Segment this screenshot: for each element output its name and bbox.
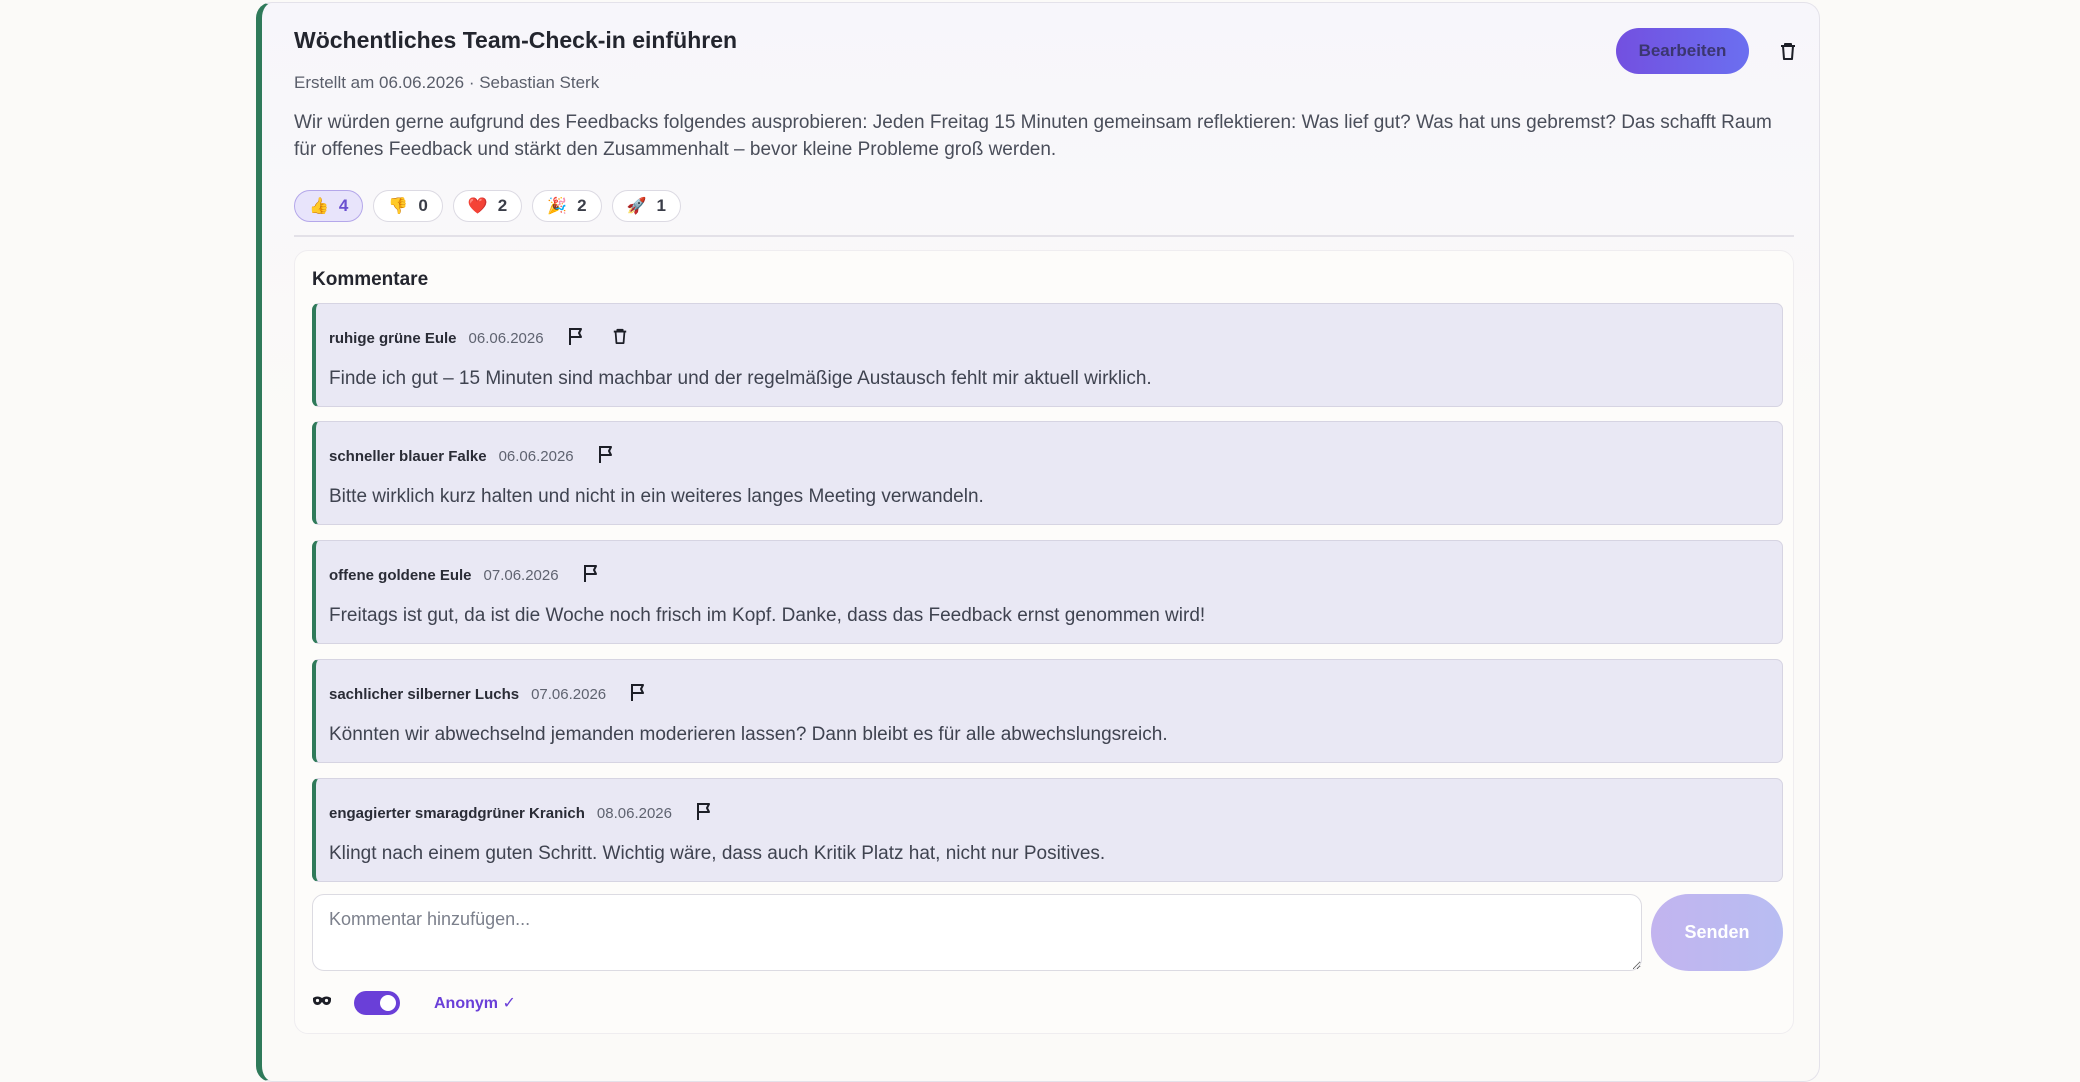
comment-input[interactable]	[312, 894, 1642, 971]
report-comment-button[interactable]	[566, 326, 586, 351]
anonymous-row: Anonym ✓	[312, 991, 516, 1015]
trash-icon	[613, 328, 626, 344]
post-title: Wöchentliches Team-Check-in einführen	[294, 27, 738, 53]
report-comment-button[interactable]	[596, 444, 616, 469]
reaction-count: 4	[338, 196, 349, 215]
comment-date: 08.06.2026	[596, 805, 672, 822]
report-comment-button[interactable]	[694, 801, 714, 826]
reaction-count: 0	[418, 196, 428, 215]
report-comment-button[interactable]	[581, 563, 601, 588]
comment-date: 07.06.2026	[531, 686, 607, 703]
reaction-thumbs-down[interactable]: 👎 0	[373, 190, 443, 222]
reaction-rocket[interactable]: 🚀 1	[611, 190, 681, 222]
comment-item: sachlicher silberner Luchs 07.06.2026 Kö…	[312, 659, 1783, 763]
comment-item: engagierter smaragdgrüner Kranich 08.06.…	[312, 778, 1783, 882]
comment-item: ruhige grüne Eule 06.06.2026 Finde ich g…	[312, 303, 1783, 407]
comment-text: Finde ich gut – 15 Minuten sind machbar …	[329, 368, 1152, 389]
comment-text: Klingt nach einem guten Schritt. Wichtig…	[329, 843, 1106, 864]
comment-item: schneller blauer Falke 06.06.2026 Bitte …	[312, 421, 1783, 525]
comment-author: sachlicher silberner Luchs	[329, 686, 520, 703]
divider	[294, 235, 1794, 237]
thumbs-up-icon: 👍	[309, 198, 329, 215]
mask-icon	[312, 994, 332, 1012]
comment-text: Freitags ist gut, da ist die Woche noch …	[329, 605, 1206, 626]
comment-author: offene goldene Eule	[329, 567, 472, 584]
anonymous-label: Anonym ✓	[434, 995, 516, 1012]
flag-icon	[583, 565, 597, 582]
proposal-card: Wöchentliches Team-Check-in einführen Er…	[256, 2, 1820, 1082]
edit-button[interactable]: Bearbeiten	[1616, 28, 1749, 74]
reaction-bar: 👍 4 👎 0 ❤️ 2 🎉 2 🚀 1	[294, 190, 681, 222]
flag-icon	[697, 803, 710, 820]
comment-text: Bitte wirklich kurz halten und nicht in …	[329, 486, 984, 507]
reaction-count: 2	[497, 196, 508, 215]
comment-author: engagierter smaragdgrüner Kranich	[329, 805, 585, 822]
reaction-count: 1	[656, 196, 666, 215]
anonymous-toggle[interactable]	[354, 991, 400, 1015]
comment-item: offene goldene Eule 07.06.2026 Freitags …	[312, 540, 1783, 644]
party-popper-icon: 🎉	[547, 198, 568, 215]
reaction-party[interactable]: 🎉 2	[532, 190, 602, 222]
comments-heading: Kommentare	[312, 269, 429, 290]
flag-icon	[568, 328, 582, 345]
trash-icon	[1781, 43, 1795, 60]
send-button[interactable]: Senden	[1651, 894, 1783, 971]
flag-icon	[598, 446, 612, 463]
comments-panel: Kommentare ruhige grüne Eule 06.06.2026	[294, 250, 1794, 1034]
post-meta: Erstellt am 06.06.2026 · Sebastian Sterk	[294, 73, 600, 92]
reaction-heart[interactable]: ❤️ 2	[452, 190, 523, 222]
comment-author: ruhige grüne Eule	[329, 330, 457, 347]
report-comment-button[interactable]	[628, 682, 648, 707]
heart-icon: ❤️	[467, 198, 488, 215]
delete-comment-button[interactable]	[612, 327, 628, 350]
comment-author: schneller blauer Falke	[329, 448, 487, 465]
comment-date: 06.06.2026	[498, 448, 574, 465]
flag-icon	[631, 684, 645, 701]
rocket-icon: 🚀	[626, 198, 647, 215]
comment-date: 06.06.2026	[468, 330, 544, 347]
delete-post-button[interactable]	[1774, 37, 1802, 65]
comment-date: 07.06.2026	[483, 567, 559, 584]
reaction-thumbs-up[interactable]: 👍 4	[294, 190, 364, 222]
toggle-knob	[380, 995, 396, 1011]
comment-text: Könnten wir abwechselnd jemanden moderie…	[329, 724, 1168, 745]
post-description: Wir würden gerne aufgrund des Feedbacks …	[294, 112, 1772, 160]
reaction-count: 2	[577, 196, 587, 215]
thumbs-down-icon: 👎	[388, 198, 409, 215]
